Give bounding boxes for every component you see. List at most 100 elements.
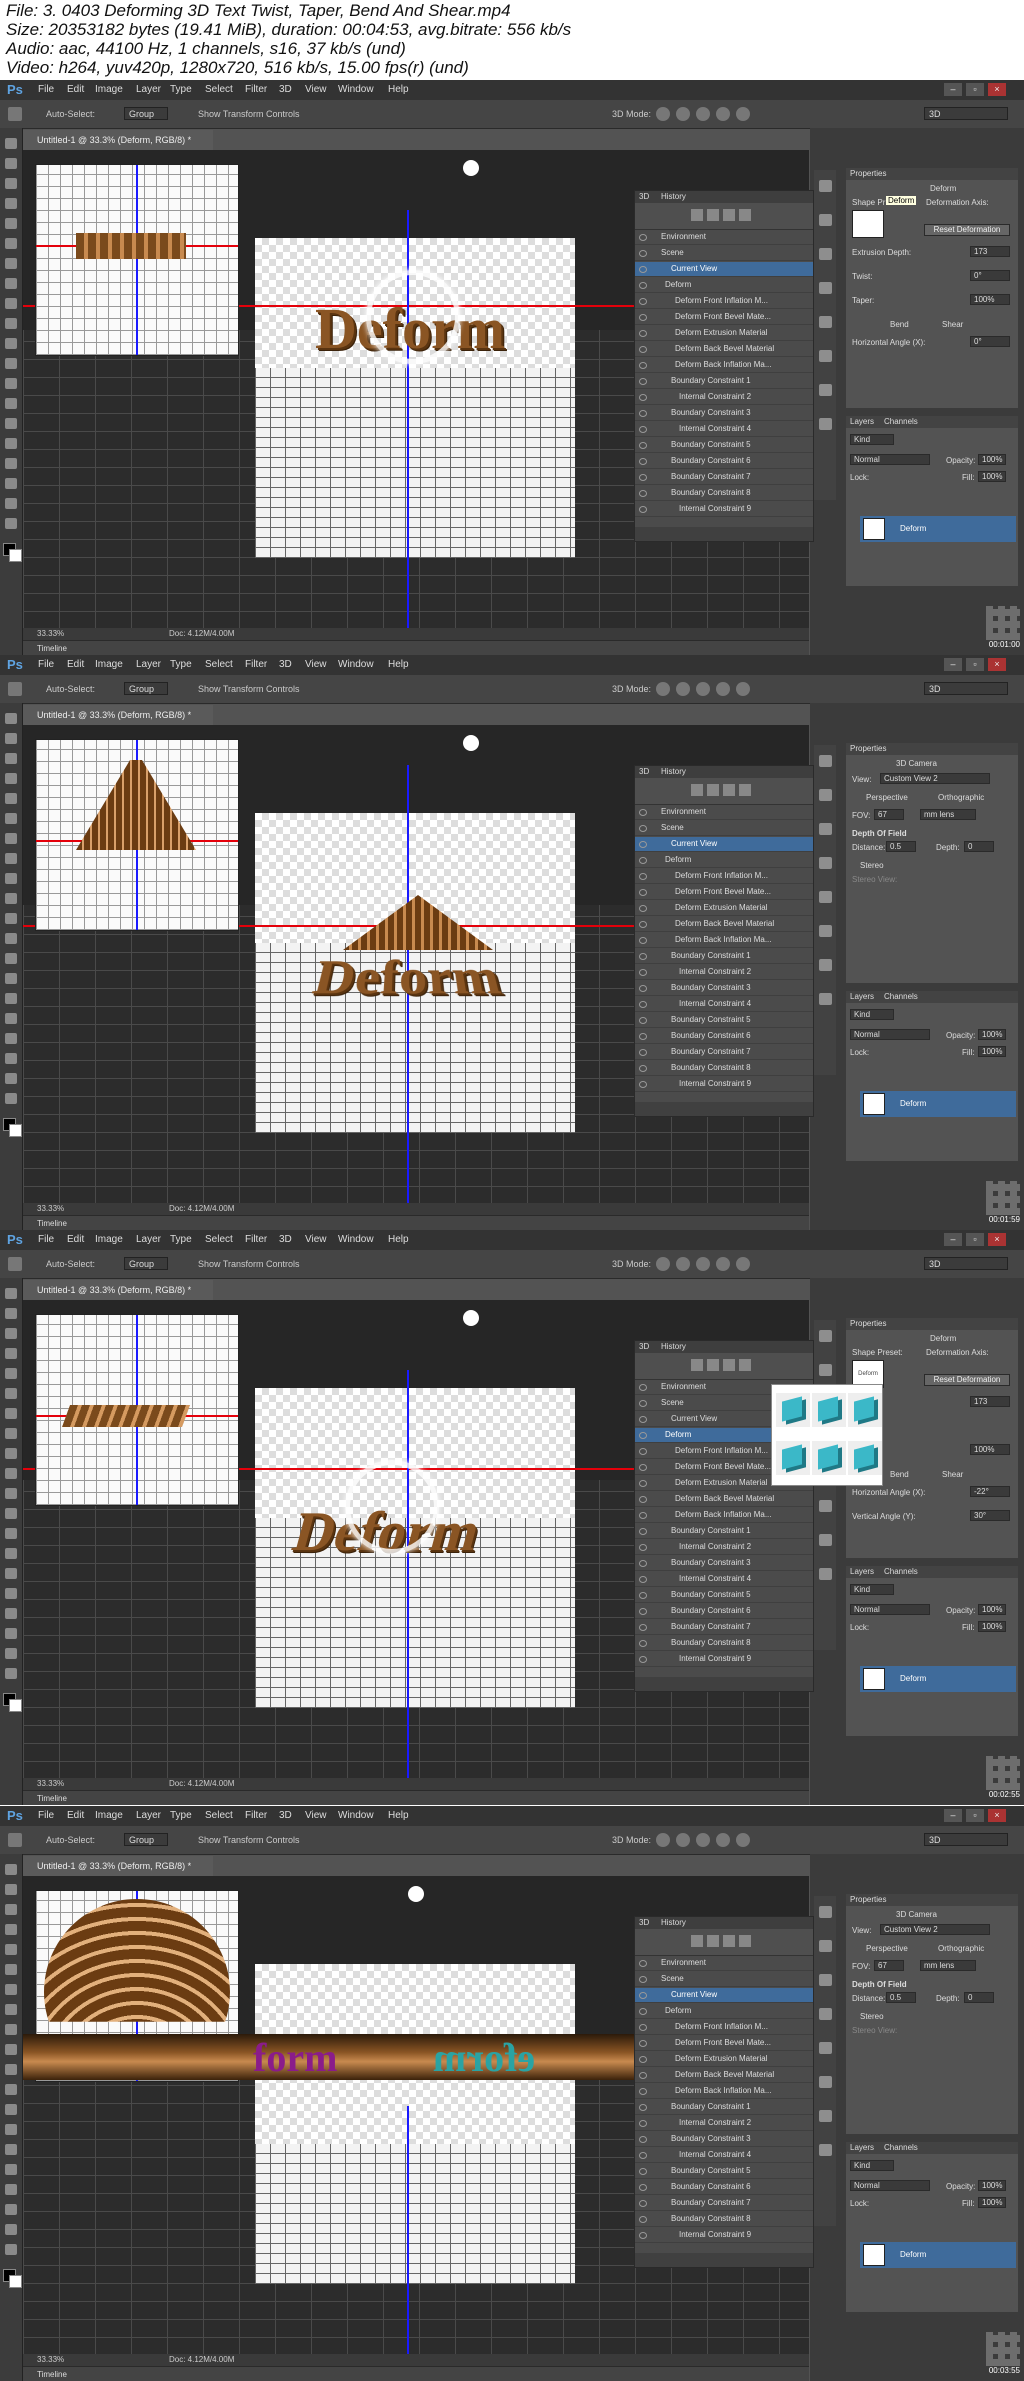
menu-select[interactable]: Select bbox=[205, 1234, 233, 1245]
history-item[interactable]: Boundary Constraint 6 bbox=[635, 2180, 813, 2195]
vertical-angle-field[interactable]: 30° bbox=[970, 1510, 1010, 1521]
show-transform-controls[interactable]: Show Transform Controls bbox=[198, 684, 300, 694]
paragraph-panel-icon[interactable] bbox=[819, 384, 832, 396]
menu-help[interactable]: Help bbox=[388, 1810, 409, 1821]
eye-icon[interactable] bbox=[639, 2168, 647, 2175]
whole-scene-icon[interactable] bbox=[691, 1935, 703, 1947]
properties-panel-icon[interactable] bbox=[819, 214, 832, 226]
history-item[interactable]: Deform Back Bevel Material bbox=[635, 917, 813, 932]
move-tool-icon[interactable] bbox=[5, 138, 17, 149]
path-select-icon[interactable] bbox=[5, 1033, 17, 1044]
marquee-tool-icon[interactable] bbox=[5, 158, 17, 169]
eye-icon[interactable] bbox=[639, 1512, 647, 1519]
auto-select-label[interactable]: Auto-Select: bbox=[46, 684, 95, 694]
menu-layer[interactable]: Layer bbox=[136, 84, 161, 95]
history-item[interactable]: Deform Back Inflation Ma... bbox=[635, 933, 813, 948]
close-button[interactable]: × bbox=[988, 83, 1006, 96]
history-item[interactable]: Internal Constraint 2 bbox=[635, 390, 813, 405]
pen-tool-icon[interactable] bbox=[5, 993, 17, 1004]
eye-icon[interactable] bbox=[639, 921, 647, 928]
eye-icon[interactable] bbox=[639, 1049, 647, 1056]
eye-icon[interactable] bbox=[639, 969, 647, 976]
tab-channels[interactable]: Channels bbox=[884, 991, 918, 1003]
history-item[interactable]: Boundary Constraint 3 bbox=[635, 981, 813, 996]
menu-3d[interactable]: 3D bbox=[279, 659, 292, 670]
eye-icon[interactable] bbox=[639, 937, 647, 944]
history-item[interactable]: Boundary Constraint 8 bbox=[635, 1636, 813, 1651]
history-item[interactable]: Deform Extrusion Material bbox=[635, 2052, 813, 2067]
eyedropper-icon[interactable] bbox=[5, 238, 17, 249]
rotation-gizmo[interactable] bbox=[345, 1460, 439, 1554]
close-button[interactable]: × bbox=[988, 1233, 1006, 1246]
shape-preset-thumbnail[interactable] bbox=[812, 1393, 846, 1427]
materials-icon[interactable] bbox=[723, 1359, 735, 1371]
menu-help[interactable]: Help bbox=[388, 1234, 409, 1245]
depth-field[interactable]: 0 bbox=[964, 841, 994, 852]
menu-window[interactable]: Window bbox=[338, 1234, 374, 1245]
distance-field[interactable]: 0.5 bbox=[886, 1992, 916, 2003]
shear-radio[interactable]: Shear bbox=[942, 1470, 963, 1479]
history-item[interactable]: Deform Back Bevel Material bbox=[635, 1492, 813, 1507]
history-item[interactable]: Deform Back Inflation Ma... bbox=[635, 358, 813, 373]
history-item[interactable]: Boundary Constraint 1 bbox=[635, 1524, 813, 1539]
history-item[interactable]: Deform Front Inflation M... bbox=[635, 294, 813, 309]
eye-icon[interactable] bbox=[639, 2008, 647, 2015]
marquee-tool-icon[interactable] bbox=[5, 1884, 17, 1895]
auto-select-dropdown[interactable]: Group bbox=[124, 682, 168, 695]
menu-layer[interactable]: Layer bbox=[136, 1234, 161, 1245]
eye-icon[interactable] bbox=[639, 1992, 647, 1999]
eyedropper-icon[interactable] bbox=[5, 813, 17, 824]
swatches-panel-icon[interactable] bbox=[819, 2008, 832, 2020]
eye-icon[interactable] bbox=[639, 985, 647, 992]
history-item[interactable]: Deform Back Inflation Ma... bbox=[635, 1508, 813, 1523]
hand-tool-icon[interactable] bbox=[5, 498, 17, 509]
eye-icon[interactable] bbox=[639, 1464, 647, 1471]
menu-image[interactable]: Image bbox=[95, 1234, 123, 1245]
view-dropdown[interactable]: Custom View 2 bbox=[880, 1924, 990, 1935]
history-item[interactable]: Boundary Constraint 7 bbox=[635, 470, 813, 485]
move-tool-icon[interactable] bbox=[8, 682, 22, 696]
drag-3d-icon[interactable] bbox=[696, 1833, 710, 1847]
history-item[interactable]: Deform Back Inflation Ma... bbox=[635, 2084, 813, 2099]
history-item[interactable]: Boundary Constraint 1 bbox=[635, 2100, 813, 2115]
taper-field[interactable]: 100% bbox=[970, 294, 1010, 305]
eye-icon[interactable] bbox=[639, 2104, 647, 2111]
shape-tool-icon[interactable] bbox=[5, 478, 17, 489]
type-tool-icon[interactable] bbox=[5, 438, 17, 449]
menu-filter[interactable]: Filter bbox=[245, 1234, 267, 1245]
3d-panel-icon[interactable] bbox=[819, 1500, 832, 1512]
close-button[interactable]: × bbox=[988, 1809, 1006, 1822]
layer-filter-kind[interactable]: Kind bbox=[850, 434, 894, 445]
shape-preset-thumbnail[interactable] bbox=[848, 1441, 882, 1475]
crop-tool-icon[interactable] bbox=[5, 218, 17, 229]
menu-image[interactable]: Image bbox=[95, 1810, 123, 1821]
secondary-view-window[interactable] bbox=[35, 164, 239, 356]
history-item[interactable]: Deform Back Bevel Material bbox=[635, 2068, 813, 2083]
blend-mode-dropdown[interactable]: Normal bbox=[850, 1604, 930, 1615]
eye-icon[interactable] bbox=[639, 2072, 647, 2079]
type-tool-icon[interactable] bbox=[5, 2164, 17, 2175]
history-item[interactable]: Boundary Constraint 8 bbox=[635, 2212, 813, 2227]
twist-field[interactable]: 0° bbox=[970, 270, 1010, 281]
timeline-panel-tab[interactable]: Timeline bbox=[23, 1215, 809, 1230]
auto-select-label[interactable]: Auto-Select: bbox=[46, 1835, 95, 1845]
history-item[interactable]: Internal Constraint 4 bbox=[635, 997, 813, 1012]
history-item[interactable]: Deform bbox=[635, 278, 813, 293]
eye-icon[interactable] bbox=[639, 1448, 647, 1455]
roll-3d-icon[interactable] bbox=[676, 1833, 690, 1847]
history-item[interactable]: Boundary Constraint 8 bbox=[635, 486, 813, 501]
blur-tool-icon[interactable] bbox=[5, 1528, 17, 1539]
eye-icon[interactable] bbox=[639, 506, 647, 513]
whole-scene-icon[interactable] bbox=[691, 784, 703, 796]
dodge-tool-icon[interactable] bbox=[5, 973, 17, 984]
eye-icon[interactable] bbox=[639, 825, 647, 832]
crop-tool-icon[interactable] bbox=[5, 1944, 17, 1955]
eye-icon[interactable] bbox=[639, 2200, 647, 2207]
clone-stamp-icon[interactable] bbox=[5, 298, 17, 309]
shape-tool-icon[interactable] bbox=[5, 1628, 17, 1639]
history-item[interactable]: Internal Constraint 4 bbox=[635, 2148, 813, 2163]
eye-icon[interactable] bbox=[639, 442, 647, 449]
history-item[interactable]: Environment bbox=[635, 230, 813, 245]
history-item[interactable]: Boundary Constraint 6 bbox=[635, 1604, 813, 1619]
history-item[interactable]: Internal Constraint 2 bbox=[635, 965, 813, 980]
